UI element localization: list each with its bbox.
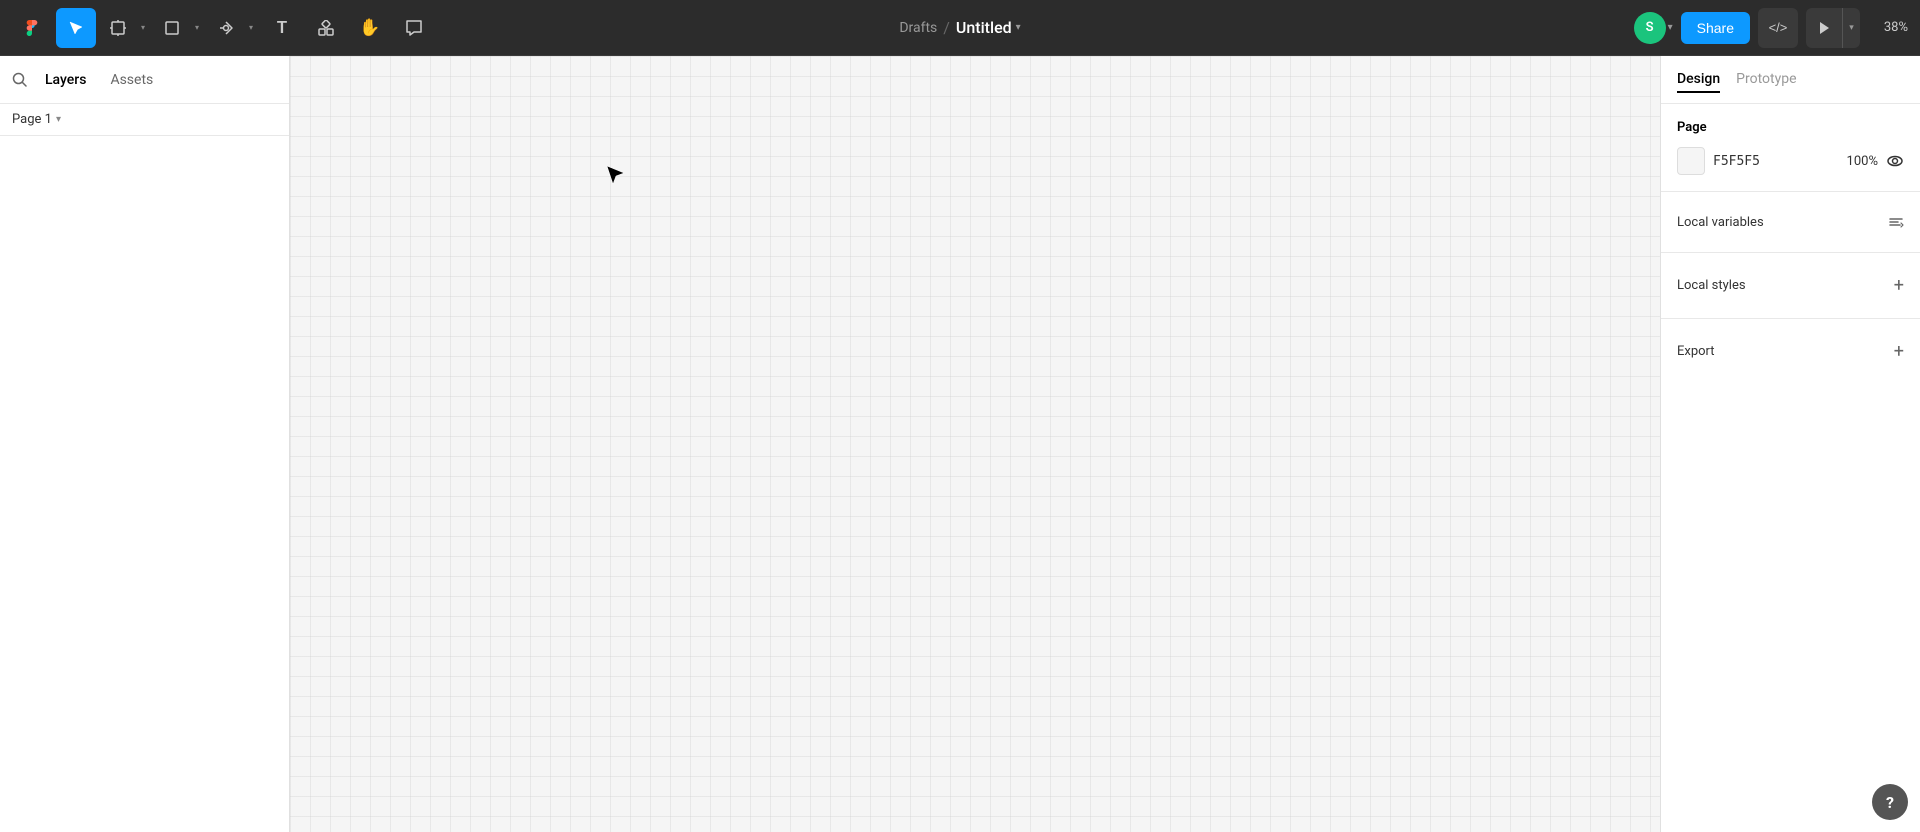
frame-tool-dropdown-arrow[interactable]: ▾ [136,8,150,48]
local-variables-icon[interactable] [1888,214,1904,230]
pen-tool-button[interactable]: ▾ [208,8,258,48]
title-label: Untitled [956,18,1012,37]
visibility-icon[interactable] [1886,152,1904,170]
share-button[interactable]: Share [1681,12,1750,44]
toolbar-right: S ▾ Share </> ▾ 38% [1634,8,1908,48]
page-bg-opacity[interactable]: 100% [1838,154,1878,169]
shape-tool-dropdown-arrow[interactable]: ▾ [190,8,204,48]
avatar-initial: S [1646,20,1654,35]
help-icon: ? [1886,793,1894,812]
design-tab[interactable]: Design [1677,67,1720,93]
page-selector-chevron: ▾ [56,114,61,125]
shape-icon [154,8,190,48]
title-dropdown-chevron[interactable]: ▾ [1016,22,1021,33]
page-selector[interactable]: Page 1 ▾ [0,104,289,136]
page-bg-color-hex[interactable]: F5F5F5 [1713,154,1830,169]
left-panel-tabs: Layers Assets [0,56,289,104]
layers-tab-label: Layers [45,72,86,88]
select-tool-button[interactable] [56,8,96,48]
zoom-level[interactable]: 38% [1868,20,1908,35]
canvas-area[interactable] [290,56,1660,832]
code-button[interactable]: </> [1758,8,1798,48]
pen-tool-dropdown-arrow[interactable]: ▾ [244,8,258,48]
local-styles-add-button[interactable]: + [1894,275,1904,296]
local-styles-row: Local styles + [1677,269,1904,302]
export-row: Export + [1677,335,1904,368]
export-add-button[interactable]: + [1894,341,1904,362]
assets-tab[interactable]: Assets [100,66,163,94]
local-styles-label: Local styles [1677,278,1746,293]
comment-tool-button[interactable] [394,8,434,48]
text-icon: T [277,18,287,38]
left-panel: Layers Assets Page 1 ▾ [0,56,290,832]
divider-2 [1661,252,1920,253]
breadcrumb-title[interactable]: Untitled ▾ [956,18,1021,37]
prototype-tab[interactable]: Prototype [1736,67,1796,93]
right-panel-tabs: Design Prototype [1661,56,1920,104]
code-icon: </> [1769,20,1788,35]
avatar-dropdown-chevron[interactable]: ▾ [1668,22,1673,33]
divider-1 [1661,191,1920,192]
play-icon [1818,21,1830,35]
search-icon[interactable] [12,72,27,87]
avatar[interactable]: S [1634,12,1666,44]
breadcrumb-drafts[interactable]: Drafts [899,20,937,36]
drafts-label: Drafts [899,20,937,36]
breadcrumb-separator: / [943,18,950,37]
local-variables-row: Local variables [1677,208,1904,236]
hand-tool-button[interactable]: ✋ [350,8,390,48]
play-dropdown-arrow[interactable]: ▾ [1842,8,1860,48]
page-selector-label: Page 1 [12,112,52,127]
divider-3 [1661,318,1920,319]
prototype-tab-label: Prototype [1736,71,1796,87]
play-button[interactable] [1806,8,1842,48]
design-tab-label: Design [1677,71,1720,87]
pen-icon [208,8,244,48]
page-bg-row: F5F5F5 100% [1677,147,1904,175]
assets-tab-label: Assets [110,72,153,88]
play-button-wrapper[interactable]: ▾ [1806,8,1860,48]
export-label: Export [1677,344,1715,359]
help-area: ? [1661,772,1920,832]
frame-icon [100,8,136,48]
toolbar: ▾ ▾ ▾ T ✋ [0,0,1920,56]
share-label: Share [1697,20,1734,36]
hand-icon: ✋ [359,18,380,38]
page-bg-color-swatch[interactable] [1677,147,1705,175]
breadcrumb: Drafts / Untitled ▾ [899,18,1020,37]
right-panel-content: Page F5F5F5 100% Local variables [1661,104,1920,772]
avatar-wrapper[interactable]: S ▾ [1634,12,1673,44]
cursor [605,164,625,188]
layers-panel-content [0,136,289,832]
layers-tab[interactable]: Layers [35,66,96,94]
frame-tool-button[interactable]: ▾ [100,8,150,48]
right-panel: Design Prototype Page F5F5F5 100% [1660,56,1920,832]
text-tool-button[interactable]: T [262,8,302,48]
local-variables-label: Local variables [1677,215,1764,230]
help-button[interactable]: ? [1872,784,1908,820]
main-area: Layers Assets Page 1 ▾ Design [0,56,1920,832]
figma-logo-button[interactable] [12,8,52,48]
shape-tool-button[interactable]: ▾ [154,8,204,48]
page-section-title: Page [1677,120,1904,135]
components-tool-button[interactable] [306,8,346,48]
